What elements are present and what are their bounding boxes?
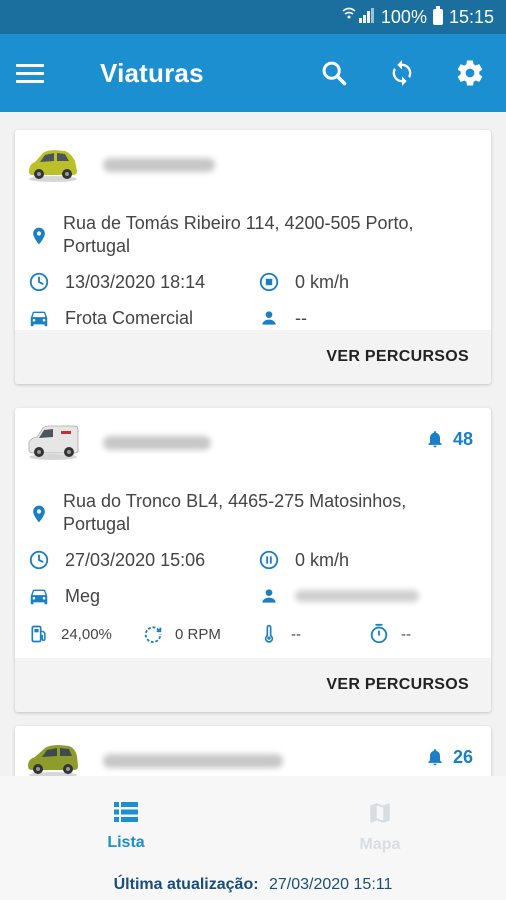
vehicle-address: Rua de Tomás Ribeiro 114, 4200-505 Porto… bbox=[63, 213, 414, 256]
temperature-value: -- bbox=[291, 625, 301, 643]
speed-row: 0 km/h bbox=[257, 548, 349, 572]
last-seen-row: 27/03/2020 15:06 bbox=[27, 548, 205, 572]
license-plate-redacted bbox=[103, 754, 283, 768]
vehicle-header: 26 bbox=[15, 726, 491, 776]
alerts-count: 48 bbox=[452, 428, 473, 449]
last-seen-row: 13/03/2020 18:14 bbox=[27, 270, 205, 294]
card-footer: VER PERCURSOS bbox=[15, 330, 491, 384]
sync-icon bbox=[392, 60, 412, 86]
last-update-label: Última atualização: bbox=[113, 876, 259, 893]
app-bar: Viaturas bbox=[0, 34, 506, 112]
last-update-value: 27/03/2020 15:11 bbox=[269, 876, 393, 893]
car-thumbnail bbox=[28, 745, 78, 776]
stop-status-icon bbox=[257, 270, 281, 294]
page-title: Viaturas bbox=[100, 57, 204, 88]
tab-mapa[interactable]: Mapa bbox=[320, 800, 440, 854]
car-icon bbox=[27, 306, 51, 330]
list-icon bbox=[114, 802, 138, 822]
gear-icon bbox=[457, 60, 483, 86]
alerts-badge[interactable]: 26 bbox=[425, 746, 473, 768]
search-button[interactable] bbox=[312, 51, 356, 95]
person-icon bbox=[257, 306, 281, 330]
bottom-navigation: Lista Mapa Última atualização: 27/03/202… bbox=[0, 776, 506, 900]
vehicle-card[interactable]: 26 bbox=[15, 726, 491, 776]
thermometer-icon bbox=[257, 622, 281, 646]
vehicle-speed: 0 km/h bbox=[295, 549, 350, 570]
vehicle-driver: -- bbox=[295, 307, 307, 328]
fuel-icon bbox=[27, 622, 51, 646]
rpm-icon bbox=[141, 622, 165, 646]
alerts-badge[interactable]: 48 bbox=[425, 428, 473, 450]
timer-row: -- bbox=[367, 622, 411, 646]
vehicle-card[interactable]: Rua de Tomás Ribeiro 114, 4200-505 Porto… bbox=[15, 130, 491, 384]
driver-row bbox=[257, 584, 419, 608]
signal-icon bbox=[341, 7, 375, 27]
location-pin-icon bbox=[27, 224, 51, 248]
hamburger-icon bbox=[16, 63, 44, 67]
vehicle-card[interactable]: 48 Rua do Tronco BL4, 4465-275 Matosinho… bbox=[15, 408, 491, 712]
engine-rpm: 0 RPM bbox=[175, 625, 221, 643]
tab-label: Mapa bbox=[359, 836, 401, 853]
fuel-level: 24,00% bbox=[61, 625, 112, 643]
vehicle-group: Frota Comercial bbox=[65, 307, 194, 328]
clock: 15:15 bbox=[448, 6, 494, 27]
person-icon bbox=[257, 584, 281, 608]
vehicle-address: Rua do Tronco BL4, 4465-275 Matosinhos, … bbox=[63, 491, 407, 534]
alerts-count: 26 bbox=[452, 746, 473, 767]
settings-button[interactable] bbox=[448, 51, 492, 95]
location-pin-icon bbox=[27, 502, 51, 526]
card-footer: VER PERCURSOS bbox=[15, 658, 491, 712]
car-icon bbox=[27, 584, 51, 608]
rpm-row: 0 RPM bbox=[141, 622, 221, 646]
search-icon bbox=[322, 61, 347, 86]
clock-icon bbox=[27, 548, 51, 572]
van-thumbnail bbox=[28, 425, 79, 460]
bell-icon bbox=[428, 431, 442, 448]
vehicle-speed: 0 km/h bbox=[295, 271, 350, 292]
last-update: Última atualização: 27/03/2020 15:11 bbox=[0, 876, 506, 894]
driver-row: -- bbox=[257, 306, 307, 330]
group-row: Meg bbox=[27, 584, 100, 608]
menu-button[interactable] bbox=[16, 53, 56, 93]
license-plate-redacted bbox=[103, 436, 211, 450]
temperature-row: -- bbox=[257, 622, 301, 646]
speed-row: 0 km/h bbox=[257, 270, 349, 294]
last-seen-datetime: 13/03/2020 18:14 bbox=[65, 271, 206, 292]
vehicle-group: Meg bbox=[65, 585, 101, 606]
bell-icon bbox=[428, 749, 442, 766]
stopwatch-icon bbox=[367, 622, 391, 646]
tab-label: Lista bbox=[107, 834, 145, 851]
vehicle-header: 48 bbox=[15, 408, 491, 488]
timer-value: -- bbox=[401, 625, 411, 643]
last-seen-datetime: 27/03/2020 15:06 bbox=[65, 549, 206, 570]
battery-icon bbox=[432, 6, 443, 25]
license-plate-redacted bbox=[103, 158, 215, 172]
tab-lista[interactable]: Lista bbox=[66, 800, 186, 852]
vehicle-list: Rua de Tomás Ribeiro 114, 4200-505 Porto… bbox=[0, 112, 506, 776]
view-routes-button[interactable]: VER PERCURSOS bbox=[326, 676, 469, 694]
clock-icon bbox=[27, 270, 51, 294]
vehicle-header bbox=[15, 130, 491, 210]
group-row: Frota Comercial bbox=[27, 306, 193, 330]
driver-name-redacted bbox=[295, 590, 419, 602]
pause-status-icon bbox=[257, 548, 281, 572]
map-icon bbox=[370, 803, 390, 823]
sync-button[interactable] bbox=[380, 51, 424, 95]
car-thumbnail bbox=[29, 150, 77, 182]
battery-percent: 100% bbox=[380, 6, 427, 27]
fuel-row: 24,00% bbox=[27, 622, 112, 646]
status-bar: 100% 15:15 bbox=[0, 0, 506, 34]
view-routes-button[interactable]: VER PERCURSOS bbox=[326, 348, 469, 366]
